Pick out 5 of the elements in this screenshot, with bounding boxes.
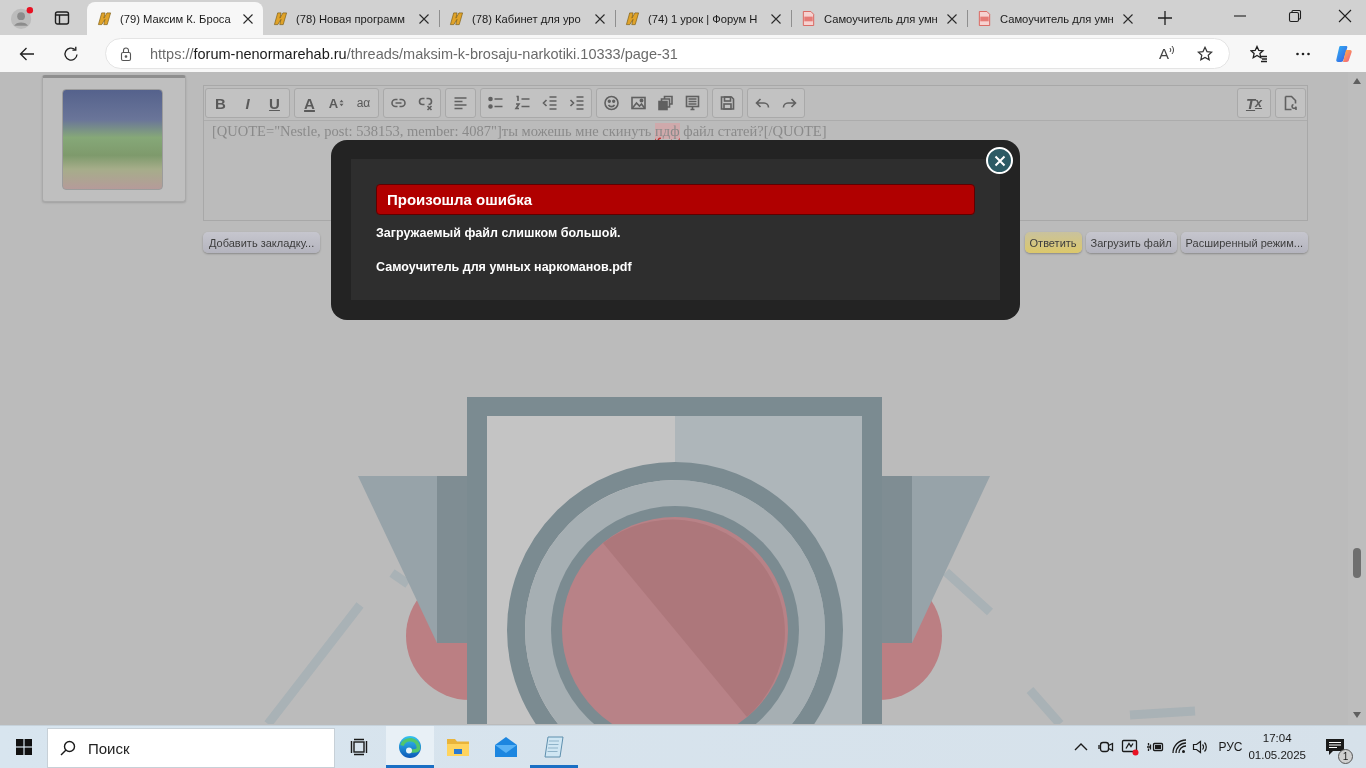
error-message: Загружаемый файл слишком большой. <box>376 225 622 241</box>
count-badge: 1 <box>1338 749 1353 764</box>
error-banner: Произошла ошибка <box>376 184 975 215</box>
url-text: https://forum-nenormarehab.ru/threads/maksim-k-brosaju-narkotiki.10333/page-31 <box>150 45 679 62</box>
file-name: Самоучитель для умных наркоманов.pdf <box>376 259 633 275</box>
